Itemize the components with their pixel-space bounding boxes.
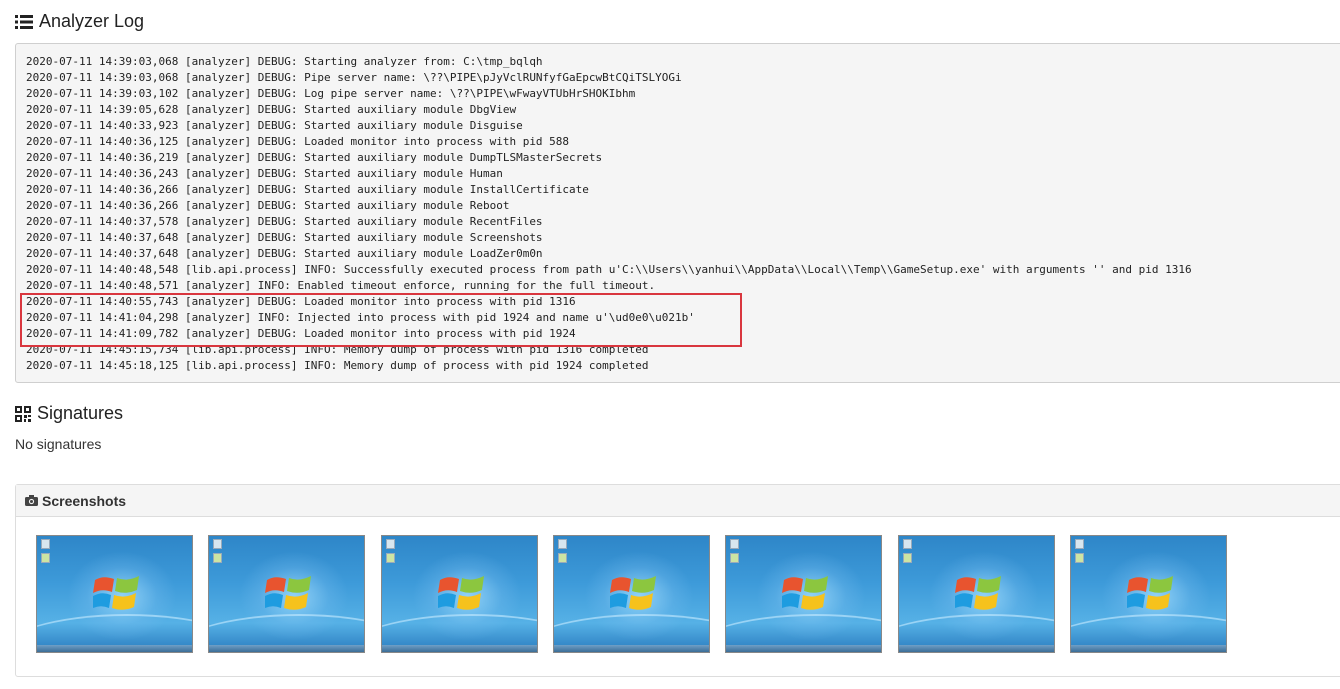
log-line: 2020-07-11 14:40:33,923 [analyzer] DEBUG…	[26, 119, 523, 132]
signatures-heading: Signatures	[15, 403, 123, 424]
taskbar	[1071, 645, 1226, 652]
taskbar	[554, 645, 709, 652]
recycle-bin-icon	[1075, 539, 1084, 549]
camera-icon	[25, 495, 38, 506]
desktop-file-icon	[1075, 553, 1084, 563]
log-line: 2020-07-11 14:40:55,743 [analyzer] DEBUG…	[26, 295, 576, 308]
windows-logo-icon	[953, 572, 1001, 619]
log-line: 2020-07-11 14:40:48,571 [analyzer] INFO:…	[26, 279, 656, 292]
screenshot-thumbnail[interactable]	[208, 535, 365, 653]
log-line: 2020-07-11 14:41:09,782 [analyzer] DEBUG…	[26, 327, 576, 340]
log-line: 2020-07-11 14:41:04,298 [analyzer] INFO:…	[26, 311, 695, 324]
windows-logo-icon	[91, 572, 139, 619]
windows-logo-icon	[1125, 572, 1173, 619]
windows-logo-icon	[608, 572, 656, 619]
recycle-bin-icon	[903, 539, 912, 549]
log-lines: 2020-07-11 14:39:03,068 [analyzer] DEBUG…	[26, 54, 1340, 374]
screenshot-thumbnail[interactable]	[725, 535, 882, 653]
analyzer-log-title: Analyzer Log	[39, 11, 145, 31]
recycle-bin-icon	[558, 539, 567, 549]
qrcode-icon	[15, 405, 31, 422]
log-line: 2020-07-11 14:40:48,548 [lib.api.process…	[26, 263, 1192, 276]
log-line: 2020-07-11 14:39:05,628 [analyzer] DEBUG…	[26, 103, 517, 116]
desktop-file-icon	[730, 553, 739, 563]
taskbar	[899, 645, 1054, 652]
desktop-file-icon	[558, 553, 567, 563]
windows-logo-icon	[436, 572, 484, 619]
log-line: 2020-07-11 14:39:03,068 [analyzer] DEBUG…	[26, 71, 682, 84]
screenshot-thumbnail[interactable]	[1070, 535, 1227, 653]
recycle-bin-icon	[386, 539, 395, 549]
windows-logo-icon	[263, 572, 311, 619]
log-line: 2020-07-11 14:39:03,068 [analyzer] DEBUG…	[26, 55, 543, 68]
log-line: 2020-07-11 14:40:36,266 [analyzer] DEBUG…	[26, 183, 589, 196]
recycle-bin-icon	[730, 539, 739, 549]
screenshot-thumbnail[interactable]	[898, 535, 1055, 653]
log-line: 2020-07-11 14:39:03,102 [analyzer] DEBUG…	[26, 87, 636, 100]
log-line: 2020-07-11 14:45:18,125 [lib.api.process…	[26, 359, 649, 372]
taskbar	[37, 645, 192, 652]
log-line: 2020-07-11 14:40:37,578 [analyzer] DEBUG…	[26, 215, 543, 228]
taskbar	[382, 645, 537, 652]
log-line: 2020-07-11 14:40:37,648 [analyzer] DEBUG…	[26, 231, 543, 244]
no-signatures-text: No signatures	[15, 436, 102, 452]
analyzer-log-heading: Analyzer Log	[15, 11, 144, 32]
signatures-title: Signatures	[37, 403, 124, 423]
desktop-file-icon	[213, 553, 222, 563]
log-line: 2020-07-11 14:45:15,734 [lib.api.process…	[26, 343, 649, 356]
desktop-file-icon	[386, 553, 395, 563]
taskbar	[209, 645, 364, 652]
analyzer-log-box: 2020-07-11 14:39:03,068 [analyzer] DEBUG…	[15, 43, 1340, 383]
log-line: 2020-07-11 14:40:36,243 [analyzer] DEBUG…	[26, 167, 503, 180]
windows-logo-icon	[780, 572, 828, 619]
taskbar	[726, 645, 881, 652]
log-line: 2020-07-11 14:40:36,125 [analyzer] DEBUG…	[26, 135, 570, 148]
screenshots-title: Screenshots	[42, 492, 127, 509]
recycle-bin-icon	[213, 539, 222, 549]
screenshot-thumbnail[interactable]	[553, 535, 710, 653]
list-icon	[15, 14, 33, 29]
recycle-bin-icon	[41, 539, 50, 549]
screenshots-header: Screenshots	[16, 485, 1340, 517]
log-line: 2020-07-11 14:40:37,648 [analyzer] DEBUG…	[26, 247, 543, 260]
desktop-file-icon	[903, 553, 912, 563]
screenshots-panel: Screenshots	[15, 484, 1340, 677]
log-line: 2020-07-11 14:40:36,219 [analyzer] DEBUG…	[26, 151, 603, 164]
desktop-file-icon	[41, 553, 50, 563]
log-line: 2020-07-11 14:40:36,266 [analyzer] DEBUG…	[26, 199, 510, 212]
screenshot-thumbnail[interactable]	[381, 535, 538, 653]
screenshot-thumbnail[interactable]	[36, 535, 193, 653]
